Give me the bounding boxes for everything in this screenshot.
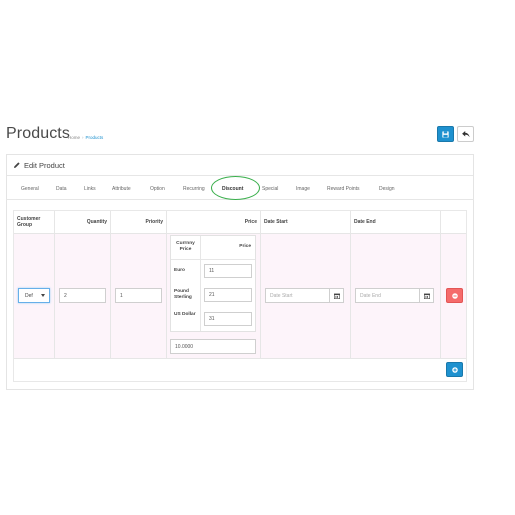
currency-label: Euro: [174, 268, 185, 273]
header-date-end: Date End: [354, 218, 376, 225]
add-discount-button[interactable]: [446, 362, 463, 377]
currency-label: Pound Sterling: [174, 289, 192, 300]
row-divider: [14, 233, 466, 234]
date-end-calendar-button[interactable]: [419, 288, 434, 303]
col-divider: [54, 211, 55, 358]
tab-data[interactable]: Data: [56, 186, 67, 192]
plus-circle-icon: [451, 366, 458, 373]
header-priority: Priority: [145, 218, 163, 225]
minus-circle-icon: [451, 292, 458, 299]
price-input[interactable]: 10.0000: [170, 339, 256, 354]
breadcrumb-home[interactable]: Home: [68, 135, 80, 140]
price-table-divider: [200, 236, 201, 331]
tab-attribute[interactable]: Attribute: [112, 186, 131, 192]
header-customer-group: Customer Group: [17, 215, 41, 228]
col-divider: [260, 211, 261, 358]
customer-group-value: Def: [25, 292, 33, 299]
tab-image[interactable]: Image: [296, 186, 310, 192]
currency-label: US Dollar: [174, 312, 196, 317]
panel-heading: Edit Product: [7, 155, 473, 176]
tab-links[interactable]: Links: [84, 186, 96, 192]
remove-discount-button[interactable]: [446, 288, 463, 303]
priority-input[interactable]: 1: [115, 288, 162, 303]
breadcrumb-separator: ›: [82, 135, 84, 140]
tab-reward-points[interactable]: Reward Points: [327, 186, 360, 192]
currency-price-header: Currnny Price: [176, 241, 195, 252]
date-start-input[interactable]: Date Start: [265, 288, 330, 303]
currency-price-input[interactable]: 31: [204, 312, 252, 326]
header-price: Price: [244, 218, 257, 225]
breadcrumb: Home › Products: [68, 135, 103, 140]
back-button[interactable]: [457, 126, 474, 142]
calendar-icon: [333, 293, 340, 299]
tab-divider: [6, 199, 474, 200]
price-table-divider: [171, 259, 255, 260]
tab-general[interactable]: General: [21, 186, 39, 192]
tab-option[interactable]: Option: [150, 186, 165, 192]
panel-title: Edit Product: [24, 160, 65, 170]
tab-recurring[interactable]: Recurring: [183, 186, 205, 192]
tab-special[interactable]: Special: [262, 186, 278, 192]
header-quantity: Quantity: [86, 218, 107, 225]
page-title: Products: [6, 125, 70, 142]
currency-price-input[interactable]: 11: [204, 264, 252, 278]
reply-icon: [461, 130, 470, 137]
price-header: Price: [239, 244, 251, 249]
tab-design[interactable]: Design: [379, 186, 395, 192]
caret-down-icon: [41, 294, 45, 297]
save-icon: [442, 130, 449, 138]
header-date-start: Date Start: [264, 218, 288, 225]
col-divider: [166, 211, 167, 358]
calendar-icon: [423, 293, 430, 299]
col-divider: [110, 211, 111, 358]
col-divider: [350, 211, 351, 358]
pencil-icon: [14, 162, 20, 168]
breadcrumb-products[interactable]: Products: [86, 135, 104, 140]
currency-price-input[interactable]: 21: [204, 288, 252, 302]
customer-group-select[interactable]: Def: [18, 288, 50, 303]
col-divider: [440, 211, 441, 358]
date-start-calendar-button[interactable]: [329, 288, 344, 303]
quantity-input[interactable]: 2: [59, 288, 106, 303]
save-button[interactable]: [437, 126, 454, 142]
row-divider: [14, 358, 466, 359]
date-end-input[interactable]: Date End: [355, 288, 420, 303]
tab-discount[interactable]: Discount: [222, 186, 243, 192]
